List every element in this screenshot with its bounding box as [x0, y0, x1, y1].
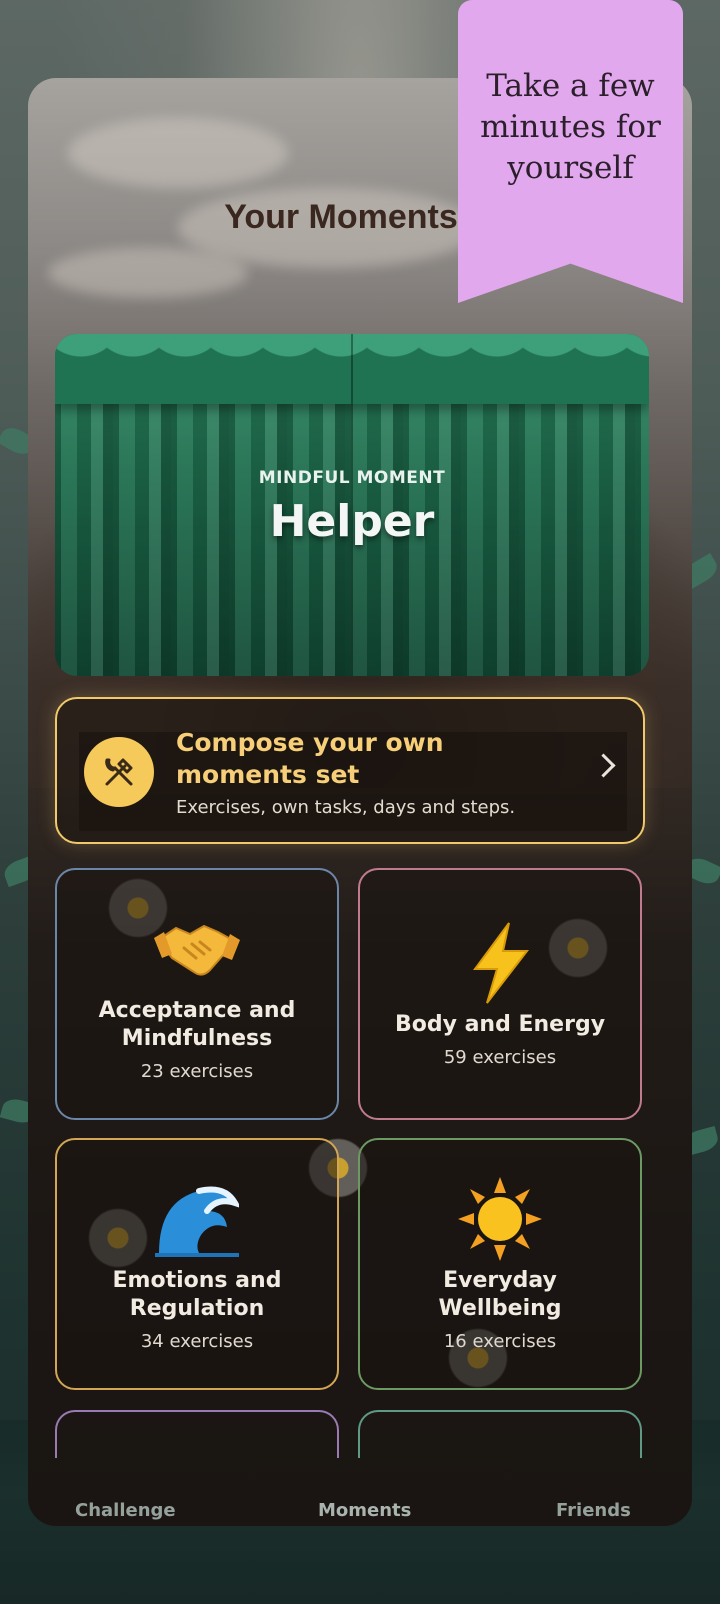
category-card-everyday[interactable]: Everyday Wellbeing 16 exercises: [358, 1138, 642, 1390]
lightning-icon: [465, 921, 535, 1005]
category-count: 23 exercises: [140, 1060, 254, 1082]
promo-banner[interactable]: Take a few minutes for yourself: [458, 0, 683, 303]
category-card-partial[interactable]: [358, 1410, 642, 1458]
cloud-decoration: [68, 118, 288, 188]
wave-icon: [155, 1177, 239, 1261]
category-name: Everyday Wellbeing: [438, 1267, 562, 1321]
category-count: 34 exercises: [140, 1330, 254, 1352]
compose-subtitle: Exercises, own tasks, days and steps.: [176, 797, 516, 818]
cloud-decoration: [48, 248, 248, 298]
category-name: Acceptance and Mindfulness: [98, 997, 296, 1051]
category-card-emotions[interactable]: Emotions and Regulation 34 exercises: [55, 1138, 339, 1390]
category-card-body-energy[interactable]: Body and Energy 59 exercises: [358, 868, 642, 1120]
nav-tab-moments[interactable]: Moments: [318, 1500, 411, 1521]
handshake-icon: [154, 907, 240, 991]
category-card-acceptance[interactable]: Acceptance and Mindfulness 23 exercises: [55, 868, 339, 1120]
category-name: Emotions and Regulation: [112, 1267, 282, 1321]
nav-tab-friends[interactable]: Friends: [556, 1500, 631, 1521]
featured-eyebrow: MINDFUL MOMENT: [258, 468, 446, 488]
category-name: Body and Energy: [394, 1011, 606, 1037]
featured-title: Helper: [269, 496, 435, 547]
compose-moments-button[interactable]: Compose your own moments set Exercises, …: [55, 697, 645, 844]
compose-title: Compose your own moments set: [176, 728, 444, 789]
tools-icon: [84, 737, 154, 807]
sun-icon: [458, 1176, 542, 1261]
category-count: 59 exercises: [443, 1046, 557, 1068]
category-count: 16 exercises: [443, 1330, 557, 1352]
category-card-partial[interactable]: [55, 1410, 339, 1458]
nav-tab-challenge[interactable]: Challenge: [75, 1500, 176, 1521]
